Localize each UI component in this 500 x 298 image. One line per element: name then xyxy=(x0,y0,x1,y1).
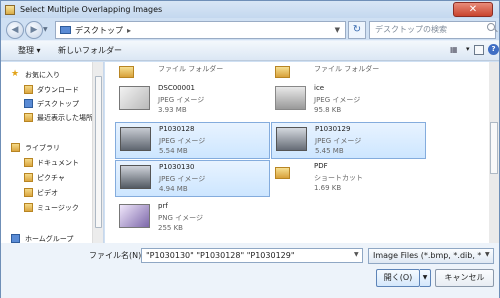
file-name: PDF xyxy=(314,162,328,170)
application-icon xyxy=(5,4,15,15)
folder-icon xyxy=(119,66,134,78)
address-bar: ◀ ▶ ▼ デスクトップ ▸ ▼ ↻ デスクトップの検索 xyxy=(1,19,499,40)
sidebar-item-recent[interactable]: 最近表示した場所 xyxy=(37,113,93,123)
file-size: 95.8 KB xyxy=(314,106,342,114)
favorites-heading[interactable]: お気に入り xyxy=(25,70,60,80)
file-tile[interactable]: P1030128 JPEG イメージ 5.54 MB xyxy=(115,122,270,159)
close-button[interactable]: ✕ xyxy=(453,2,493,17)
search-icon xyxy=(487,23,495,31)
title-bar: Select Multiple Overlapping Images ✕ xyxy=(1,1,499,18)
history-dropdown-icon[interactable]: ▼ xyxy=(43,26,48,33)
file-name: P1030130 xyxy=(159,163,195,171)
location-field[interactable]: デスクトップ ▸ ▼ xyxy=(55,21,346,39)
scroll-thumb[interactable] xyxy=(95,76,102,228)
window-title: Select Multiple Overlapping Images xyxy=(20,5,163,14)
pictures-icon xyxy=(24,173,33,182)
file-name: prf xyxy=(158,202,168,210)
desktop-icon xyxy=(60,26,71,34)
jpeg-thumbnail xyxy=(120,165,151,189)
recent-places-icon xyxy=(24,113,33,122)
navigation-pane: ★ お気に入り ダウンロード デスクトップ 最近表示した場所 ライブラリ ドキュ… xyxy=(1,62,104,243)
jpeg-thumbnail xyxy=(275,86,306,110)
desktop-icon xyxy=(24,99,33,108)
open-split-dropdown-icon[interactable]: ▼ xyxy=(420,269,431,287)
sidebar-item-desktop[interactable]: デスクトップ xyxy=(37,99,79,109)
preview-pane-button[interactable] xyxy=(474,45,484,55)
navigation-scrollbar[interactable] xyxy=(92,62,103,243)
file-type: JPEG イメージ xyxy=(159,137,206,145)
file-type: ショートカット xyxy=(314,174,363,182)
file-open-dialog: Select Multiple Overlapping Images ✕ ◀ ▶… xyxy=(0,0,500,298)
organize-menu[interactable]: 整理 ▾ xyxy=(18,45,41,56)
download-folder-icon xyxy=(24,85,33,94)
cancel-button[interactable]: キャンセル xyxy=(435,269,494,287)
file-type: ファイル フォルダー xyxy=(314,65,380,73)
file-tile[interactable]: P1030130 JPEG イメージ 4.94 MB xyxy=(115,160,270,197)
dialog-footer: ファイル名(N): "P1030130" "P1030128" "P103012… xyxy=(1,243,499,298)
png-thumbnail xyxy=(119,204,150,228)
file-tile[interactable]: P1030129 JPEG イメージ 5.45 MB xyxy=(271,122,426,159)
sidebar-item-music[interactable]: ミュージック xyxy=(37,203,79,213)
jpeg-thumbnail xyxy=(120,127,151,151)
refresh-button[interactable]: ↻ xyxy=(348,21,366,39)
library-icon xyxy=(11,143,20,152)
search-input[interactable]: デスクトップの検索 xyxy=(369,21,496,39)
file-type: PNG イメージ xyxy=(158,214,203,222)
help-icon[interactable]: ? xyxy=(488,44,499,55)
sidebar-item-pictures[interactable]: ピクチャ xyxy=(37,173,65,183)
chevron-right-icon[interactable]: ▸ xyxy=(127,26,131,35)
file-type: JPEG イメージ xyxy=(159,175,206,183)
file-tile[interactable]: PDF ショートカット 1.69 KB xyxy=(271,160,426,197)
sidebar-item-downloads[interactable]: ダウンロード xyxy=(37,85,79,95)
sidebar-item-documents[interactable]: ドキュメント xyxy=(37,158,79,168)
new-folder-button[interactable]: 新しいフォルダー xyxy=(58,45,122,56)
file-size: 1.69 KB xyxy=(314,184,342,192)
file-name: P1030128 xyxy=(159,125,195,133)
file-size: 5.45 MB xyxy=(315,147,344,155)
file-tile[interactable]: prf PNG イメージ 255 KB xyxy=(115,200,270,237)
folder-icon xyxy=(275,66,290,78)
file-type-filter[interactable]: Image Files (*.bmp, *.dib, * xyxy=(368,248,494,264)
music-icon xyxy=(24,203,33,212)
jpeg-thumbnail xyxy=(276,127,307,151)
filename-label: ファイル名(N): xyxy=(89,251,144,260)
file-list: ファイル フォルダー ファイル フォルダー DSC00001 JPEG イメージ… xyxy=(105,62,499,243)
file-size: 3.93 MB xyxy=(158,106,187,114)
filename-input[interactable]: "P1030130" "P1030128" "P1030129" xyxy=(141,248,363,263)
current-location: デスクトップ xyxy=(75,25,123,35)
open-button[interactable]: 開く(O) xyxy=(376,269,420,287)
documents-icon xyxy=(24,158,33,167)
forward-button[interactable]: ▶ xyxy=(25,21,43,39)
file-size: 5.54 MB xyxy=(159,147,188,155)
file-type: JPEG イメージ xyxy=(158,96,205,104)
homegroup-icon xyxy=(11,234,20,243)
scroll-thumb[interactable] xyxy=(490,122,498,174)
homegroup-heading[interactable]: ホームグループ xyxy=(25,234,73,243)
jpeg-thumbnail xyxy=(119,86,150,110)
file-type: ファイル フォルダー xyxy=(158,65,224,73)
file-tile[interactable]: ice JPEG イメージ 95.8 KB xyxy=(271,82,426,119)
view-options-icon[interactable]: ▦ xyxy=(449,44,465,58)
command-toolbar: 整理 ▾ 新しいフォルダー ▦ ▾ ? xyxy=(1,40,499,61)
file-size: 255 KB xyxy=(158,224,183,232)
videos-icon xyxy=(24,188,33,197)
libraries-heading[interactable]: ライブラリ xyxy=(25,143,60,153)
file-type: JPEG イメージ xyxy=(314,96,361,104)
back-button[interactable]: ◀ xyxy=(6,21,24,39)
chevron-down-icon[interactable]: ▼ xyxy=(335,26,340,34)
favorites-star-icon: ★ xyxy=(11,69,20,79)
file-name: ice xyxy=(314,84,325,92)
sidebar-item-videos[interactable]: ビデオ xyxy=(37,188,58,198)
file-tile[interactable]: DSC00001 JPEG イメージ 3.93 MB xyxy=(115,82,270,119)
filter-dropdown-icon[interactable]: ▼ xyxy=(485,251,495,258)
view-dropdown-icon[interactable]: ▾ xyxy=(466,45,470,53)
file-list-scrollbar[interactable] xyxy=(489,62,499,243)
file-name: DSC00001 xyxy=(158,84,195,92)
file-name: P1030129 xyxy=(315,125,351,133)
file-size: 4.94 MB xyxy=(159,185,188,193)
shortcut-folder-icon xyxy=(275,167,290,179)
file-type: JPEG イメージ xyxy=(315,137,362,145)
